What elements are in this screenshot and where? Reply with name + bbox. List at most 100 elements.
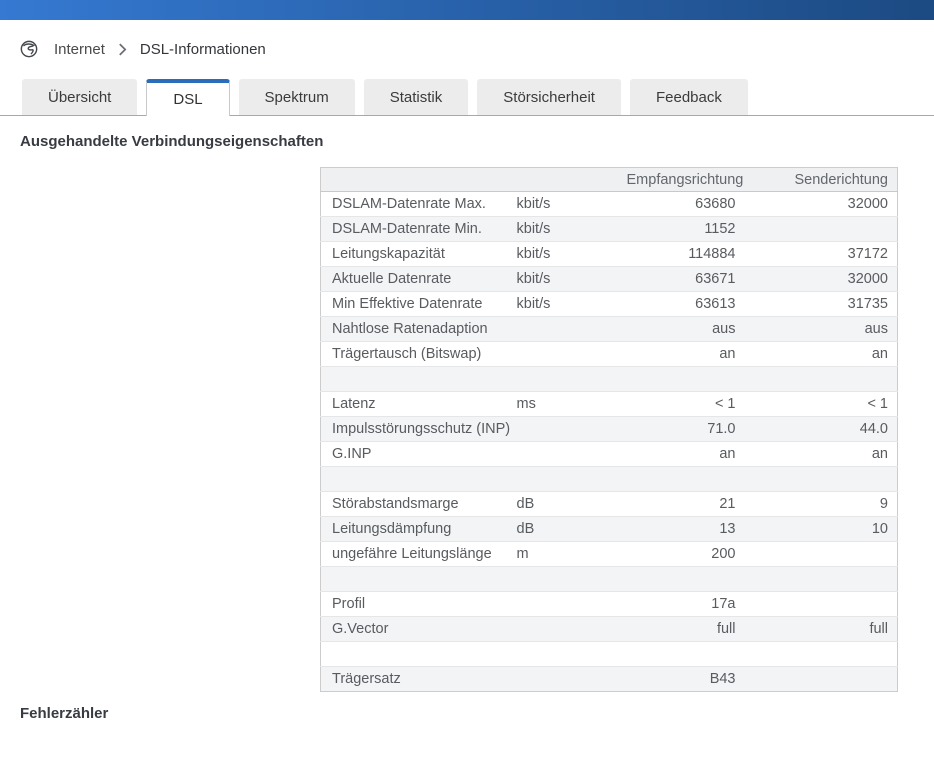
row-rx-value: full: [627, 617, 745, 642]
row-tx-value: 37172: [745, 242, 898, 267]
row-rx-value: 21: [627, 492, 745, 517]
row-unit: kbit/s: [517, 217, 627, 242]
main-content: Ausgehandelte Verbindungseigenschaften E…: [0, 116, 934, 722]
row-label: [321, 642, 517, 667]
row-unit: [517, 367, 627, 392]
table-row: G.INPanan: [321, 442, 898, 467]
row-unit: [517, 567, 627, 592]
table-row: G.Vectorfullfull: [321, 617, 898, 642]
row-label: G.Vector: [321, 617, 517, 642]
tab-bar: ÜbersichtDSL SpektrumStatistikStörsicherh…: [0, 79, 934, 116]
row-tx-value: 32000: [745, 192, 898, 217]
row-rx-value: 63680: [627, 192, 745, 217]
row-label: Nahtlose Ratenadaption: [321, 317, 517, 342]
row-label: Leitungsdämpfung: [321, 517, 517, 542]
table-row: Profil17a: [321, 592, 898, 617]
tab-feedback[interactable]: Feedback: [630, 79, 748, 115]
table-row: Trägertausch (Bitswap)anan: [321, 342, 898, 367]
row-tx-value: aus: [745, 317, 898, 342]
col-header-empfangsrichtung: Empfangsrichtung: [627, 168, 745, 192]
row-tx-value: 31735: [745, 292, 898, 317]
table-spacer-row: [321, 367, 898, 392]
row-label: ungefähre Leitungslänge: [321, 542, 517, 567]
row-rx-value: [627, 367, 745, 392]
row-rx-value: 71.0: [627, 417, 745, 442]
row-rx-value: an: [627, 442, 745, 467]
row-unit: [517, 442, 627, 467]
row-rx-value: 200: [627, 542, 745, 567]
tab-dsl[interactable]: DSL: [146, 79, 229, 116]
row-rx-value: [627, 642, 745, 667]
tab-stoersicherheit[interactable]: Störsicherheit: [477, 79, 621, 115]
section-heading-connection-properties: Ausgehandelte Verbindungseigenschaften: [20, 133, 914, 150]
row-tx-value: [745, 567, 898, 592]
row-tx-value: 32000: [745, 267, 898, 292]
row-unit: [517, 592, 627, 617]
table-header-row: Empfangsrichtung Senderichtung: [321, 168, 898, 192]
table-row: Impulsstörungsschutz (INP) 71.044.0: [321, 417, 898, 442]
row-label: G.INP: [321, 442, 517, 467]
row-unit: [517, 642, 627, 667]
row-unit: dB: [517, 517, 627, 542]
top-accent-bar: [0, 0, 934, 20]
table-spacer-row: [321, 567, 898, 592]
row-tx-value: [745, 367, 898, 392]
tab-spektrum[interactable]: Spektrum: [239, 79, 355, 115]
row-label: Min Effektive Datenrate: [321, 292, 517, 317]
row-tx-value: 9: [745, 492, 898, 517]
row-rx-value: [627, 567, 745, 592]
row-rx-value: 13: [627, 517, 745, 542]
row-unit: kbit/s: [517, 192, 627, 217]
row-label: [321, 467, 517, 492]
breadcrumb: Internet DSL-Informationen: [20, 37, 934, 61]
row-unit: dB: [517, 492, 627, 517]
row-rx-value: 1152: [627, 217, 745, 242]
row-label: Störabstandsmarge: [321, 492, 517, 517]
row-rx-value: aus: [627, 317, 745, 342]
col-header-label-empty: [321, 168, 517, 192]
row-tx-value: [745, 642, 898, 667]
table-row: LeitungsdämpfungdB1310: [321, 517, 898, 542]
tab-uebersicht[interactable]: Übersicht: [22, 79, 137, 115]
row-label: Profil: [321, 592, 517, 617]
tab-statistik[interactable]: Statistik: [364, 79, 469, 115]
row-label: DSLAM-Datenrate Max.: [321, 192, 517, 217]
row-unit: [517, 417, 627, 442]
row-tx-value: [745, 217, 898, 242]
row-rx-value: [627, 467, 745, 492]
table-row: Min Effektive Datenratekbit/s6361331735: [321, 292, 898, 317]
row-rx-value: < 1: [627, 392, 745, 417]
row-rx-value: 63613: [627, 292, 745, 317]
table-row: Nahtlose Ratenadaption ausaus: [321, 317, 898, 342]
row-label: [321, 367, 517, 392]
row-unit: [517, 467, 627, 492]
row-tx-value: < 1: [745, 392, 898, 417]
internet-globe-icon: [20, 40, 38, 58]
row-unit: [517, 617, 627, 642]
section-heading-error-counters: Fehlerzähler: [20, 705, 914, 722]
row-tx-value: 10: [745, 517, 898, 542]
table-row: TrägersatzB43: [321, 667, 898, 692]
table-row: DSLAM-Datenrate Max.kbit/s6368032000: [321, 192, 898, 217]
row-label: Impulsstörungsschutz (INP): [321, 417, 517, 442]
row-tx-value: [745, 542, 898, 567]
row-label: Trägertausch (Bitswap): [321, 342, 517, 367]
row-rx-value: 114884: [627, 242, 745, 267]
breadcrumb-chevron-icon: [118, 43, 127, 56]
row-unit: ms: [517, 392, 627, 417]
row-tx-value: 44.0: [745, 417, 898, 442]
col-header-unit-empty: [517, 168, 627, 192]
dsl-properties-table: Empfangsrichtung Senderichtung DSLAM-Dat…: [320, 167, 898, 692]
row-unit: m: [517, 542, 627, 567]
table-row: DSLAM-Datenrate Min.kbit/s1152: [321, 217, 898, 242]
row-unit: [517, 667, 627, 692]
row-tx-value: [745, 592, 898, 617]
row-unit: kbit/s: [517, 292, 627, 317]
row-label: Aktuelle Datenrate: [321, 267, 517, 292]
row-label: Leitungskapazität: [321, 242, 517, 267]
row-tx-value: [745, 467, 898, 492]
table-row: Aktuelle Datenratekbit/s6367132000: [321, 267, 898, 292]
row-tx-value: [745, 667, 898, 692]
row-unit: [517, 342, 627, 367]
breadcrumb-internet-link[interactable]: Internet: [54, 41, 105, 58]
